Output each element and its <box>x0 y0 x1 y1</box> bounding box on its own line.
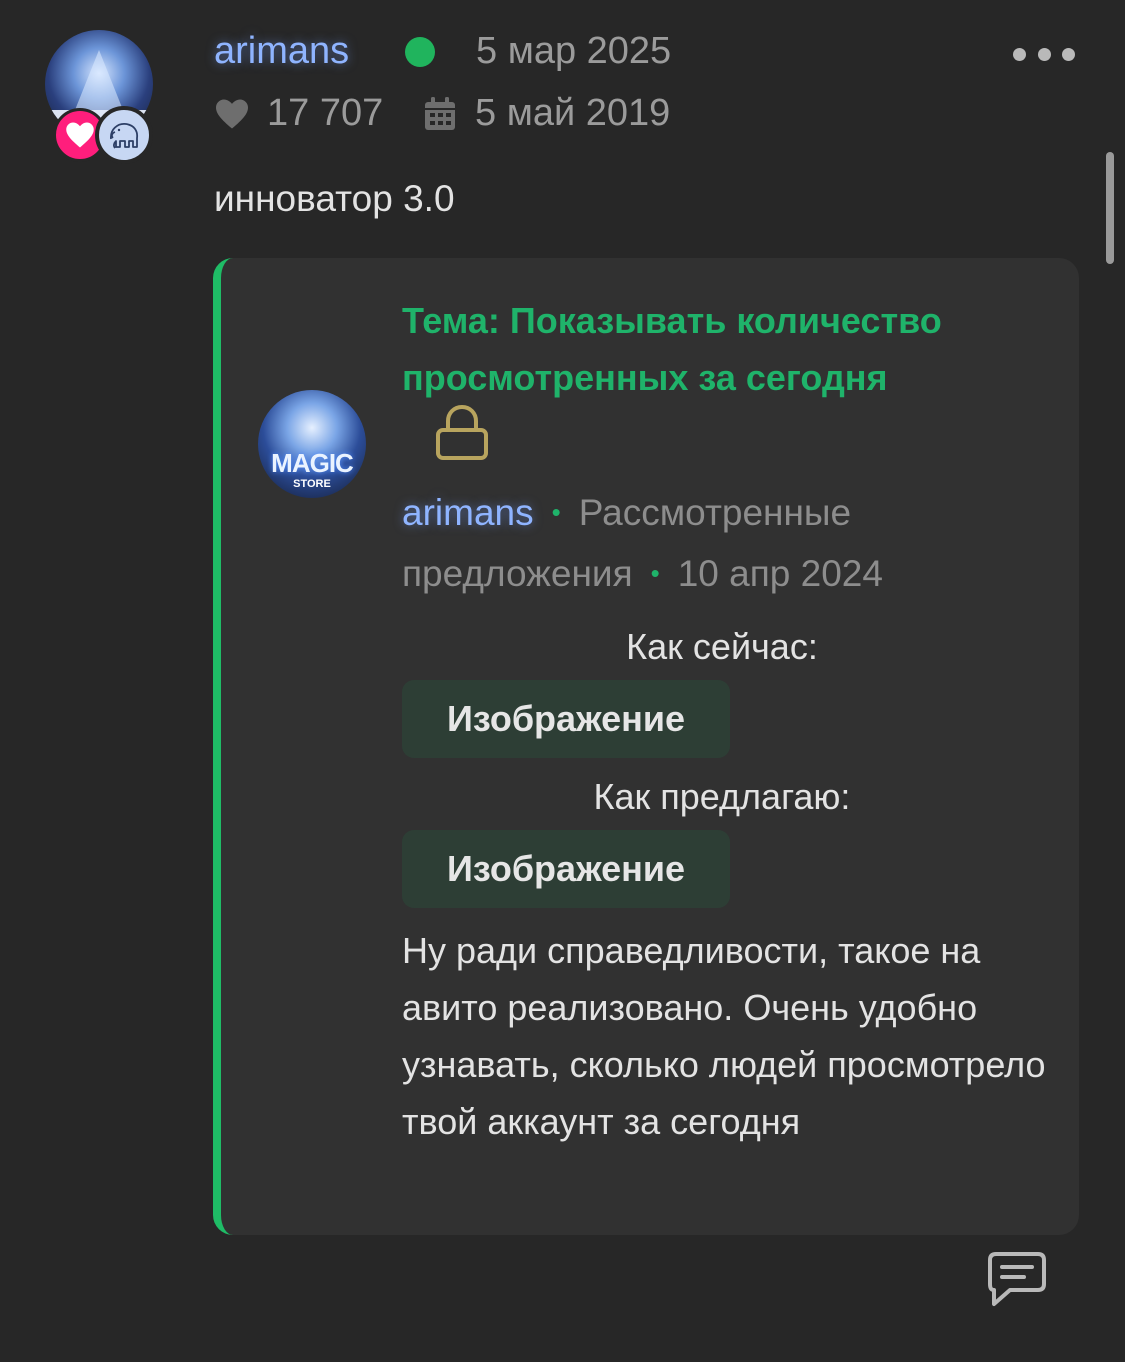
label-now-text: Как сейчас: <box>626 626 818 667</box>
image-button[interactable]: Изображение <box>402 680 730 758</box>
quote-author[interactable]: arimans <box>402 492 534 533</box>
avatar-magic-text: MAGIC <box>271 448 354 478</box>
scrollbar[interactable] <box>1106 152 1114 264</box>
quote-author-avatar[interactable]: MAGIC STORE <box>258 390 366 498</box>
image-button[interactable]: Изображение <box>402 830 730 908</box>
label-propose: Как предлагаю: <box>593 776 851 817</box>
label-now: Как сейчас: <box>402 626 1042 668</box>
post-username[interactable]: arimans <box>214 30 349 73</box>
quote-meta: arimans • Рассмотренные предложения • 10 апр… <box>402 484 1042 606</box>
lock-icon <box>434 404 490 467</box>
avatar-store-text: STORE <box>293 478 331 490</box>
separator-dot: • <box>650 558 660 588</box>
online-status-dot <box>405 37 435 67</box>
more-icon[interactable] <box>1013 44 1075 64</box>
registration-date: 5 май 2019 <box>475 92 671 134</box>
post-date[interactable]: 5 мар 2025 <box>476 30 671 73</box>
reply-icon[interactable] <box>986 1250 1048 1315</box>
quote-body: Ну ради справедливости, такое на авито р… <box>402 930 1046 1142</box>
mammoth-badge-icon[interactable] <box>95 106 153 164</box>
user-title: инноватор 3.0 <box>214 178 455 219</box>
quote-date: 10 апр 2024 <box>677 553 883 594</box>
separator-dot: • <box>551 497 561 527</box>
avatar-tree-graphic <box>75 50 123 110</box>
likes-count: 17 707 <box>267 92 384 134</box>
more-dot <box>1037 47 1051 61</box>
heart-icon <box>214 98 250 135</box>
calendar-icon <box>423 96 457 137</box>
thread-title-link[interactable]: Тема: Показывать количество просмотренны… <box>402 292 1042 406</box>
more-dot <box>1013 47 1026 61</box>
more-dot <box>1062 47 1075 61</box>
